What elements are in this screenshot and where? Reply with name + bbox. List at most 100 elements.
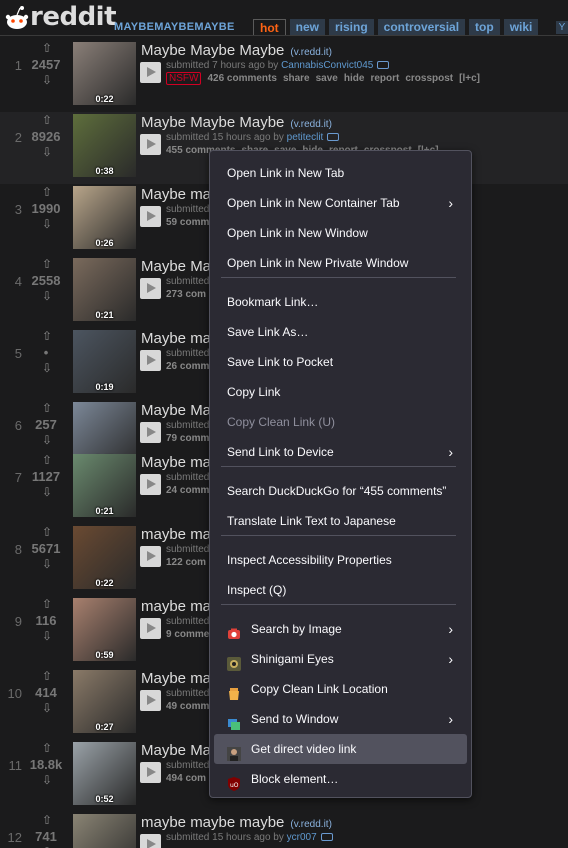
upvote-arrow-icon[interactable]: ⇧ — [40, 454, 54, 466]
post-thumbnail[interactable]: 0:27 — [73, 670, 136, 733]
expando-play-icon[interactable] — [140, 762, 161, 783]
post-thumbnail[interactable]: 0:21 — [73, 258, 136, 321]
post-thumbnail[interactable]: 0:26 — [73, 186, 136, 249]
downvote-arrow-icon[interactable]: ⇩ — [40, 558, 54, 570]
tab-wiki[interactable]: wiki — [503, 19, 539, 35]
upvote-arrow-icon[interactable]: ⇧ — [40, 42, 54, 54]
comments-link[interactable]: 24 comm — [166, 485, 209, 496]
reddit-wordmark[interactable]: reddit — [30, 2, 117, 32]
menu-item-open-link-in-new-window[interactable]: Open Link in New Window — [214, 218, 467, 248]
post-thumbnail[interactable]: 0:19 — [73, 330, 136, 393]
upvote-arrow-icon[interactable]: ⇧ — [40, 670, 54, 682]
downvote-arrow-icon[interactable]: ⇩ — [40, 630, 54, 642]
menu-item-open-link-in-new-tab[interactable]: Open Link in New Tab — [214, 158, 467, 188]
post-title[interactable]: maybe ma — [141, 526, 211, 543]
post-author[interactable]: ycr007 — [287, 832, 317, 843]
expando-play-icon[interactable] — [140, 206, 161, 227]
post-title[interactable]: Maybe ma — [141, 186, 211, 203]
post-title-text[interactable]: Maybe Ma — [141, 742, 211, 759]
menu-item-get-direct-video-link[interactable]: Get direct video link — [214, 734, 467, 764]
menu-item-inspect-q[interactable]: Inspect (Q) — [214, 575, 467, 605]
post-title-text[interactable]: Maybe Ma — [141, 402, 211, 419]
post-thumbnail[interactable]: 0:52 — [73, 742, 136, 805]
expando-play-icon[interactable] — [140, 546, 161, 567]
post-thumbnail[interactable]: 0:21 — [73, 454, 136, 517]
menu-item-bookmark-link[interactable]: Bookmark Link… — [214, 287, 467, 317]
expando-play-icon[interactable] — [140, 134, 161, 155]
menu-item-search-duckduckgo-for-455-comments[interactable]: Search DuckDuckGo for “455 comments” — [214, 476, 467, 506]
downvote-arrow-icon[interactable]: ⇩ — [40, 362, 54, 374]
post-title[interactable]: maybe maybe maybe (v.redd.it) — [141, 814, 332, 831]
expando-play-icon[interactable] — [140, 350, 161, 371]
post-domain[interactable]: (v.redd.it) — [290, 119, 332, 130]
upvote-arrow-icon[interactable]: ⇧ — [40, 814, 54, 826]
tab-rising[interactable]: rising — [329, 19, 374, 35]
post-title[interactable]: Maybe Ma — [141, 402, 211, 419]
post-thumbnail[interactable]: 0:59 — [73, 598, 136, 661]
post-title[interactable]: Maybe Maybe Maybe (v.redd.it) — [141, 114, 332, 131]
downvote-arrow-icon[interactable]: ⇩ — [40, 774, 54, 786]
post-author[interactable]: CannabisConvict045 — [281, 60, 373, 71]
tab-new[interactable]: new — [289, 19, 325, 35]
post-thumbnail[interactable] — [73, 814, 136, 848]
tab-top[interactable]: top — [469, 19, 500, 35]
post-title[interactable]: Maybe ma — [141, 670, 211, 687]
comments-link[interactable]: 79 comm — [166, 433, 209, 444]
post-title[interactable]: maybe ma — [141, 598, 211, 615]
post-thumbnail[interactable]: 0:22 — [73, 526, 136, 589]
downvote-arrow-icon[interactable]: ⇩ — [40, 74, 54, 86]
post-title-text[interactable]: Maybe ma — [141, 454, 211, 471]
reddit-alien-icon[interactable] — [4, 4, 30, 32]
menu-item-shinigami-eyes[interactable]: Shinigami Eyes › — [214, 644, 467, 674]
comments-link[interactable]: 9 comme — [166, 629, 209, 640]
post-title-text[interactable]: Maybe ma — [141, 330, 211, 347]
upvote-arrow-icon[interactable]: ⇧ — [40, 526, 54, 538]
menu-item-translate-link-text-to-japanese[interactable]: Translate Link Text to Japanese — [214, 506, 467, 536]
post-action-1[interactable]: save — [316, 73, 338, 84]
tab-hot[interactable]: hot — [253, 19, 286, 35]
upvote-arrow-icon[interactable]: ⇧ — [40, 258, 54, 270]
post-action-3[interactable]: report — [370, 73, 399, 84]
subreddit-name[interactable]: MAYBEMAYBEMAYBE — [114, 21, 235, 33]
expando-play-icon[interactable] — [140, 834, 161, 848]
comments-link[interactable]: 273 com — [166, 289, 206, 300]
downvote-arrow-icon[interactable]: ⇩ — [40, 486, 54, 498]
post-title-text[interactable]: Maybe ma — [141, 186, 211, 203]
post-title[interactable]: Maybe Ma — [141, 742, 211, 759]
expando-play-icon[interactable] — [140, 62, 161, 83]
menu-item-copy-link[interactable]: Copy Link — [214, 377, 467, 407]
menu-item-open-link-in-new-private-window[interactable]: Open Link in New Private Window — [214, 248, 467, 278]
upvote-arrow-icon[interactable]: ⇧ — [40, 330, 54, 342]
menu-item-open-link-in-new-container-tab[interactable]: Open Link in New Container Tab › — [214, 188, 467, 218]
post-domain[interactable]: (v.redd.it) — [290, 47, 332, 58]
post-title[interactable]: Maybe ma — [141, 330, 211, 347]
post-action-2[interactable]: hide — [344, 73, 365, 84]
expando-play-icon[interactable] — [140, 474, 161, 495]
downvote-arrow-icon[interactable]: ⇩ — [40, 434, 54, 446]
menu-item-inspect-accessibility-properties[interactable]: Inspect Accessibility Properties — [214, 545, 467, 575]
menu-item-block-element[interactable]: uO Block element… — [214, 764, 467, 794]
menu-item-search-by-image[interactable]: Search by Image › — [214, 614, 467, 644]
tab-controversial[interactable]: controversial — [377, 19, 466, 35]
menu-item-copy-clean-link-location[interactable]: Copy Clean Link Location — [214, 674, 467, 704]
post-thumbnail[interactable]: 0:22 — [73, 42, 136, 105]
expando-play-icon[interactable] — [140, 422, 161, 443]
menu-item-send-link-to-device[interactable]: Send Link to Device › — [214, 437, 467, 467]
expando-play-icon[interactable] — [140, 618, 161, 639]
upvote-arrow-icon[interactable]: ⇧ — [40, 186, 54, 198]
expando-play-icon[interactable] — [140, 278, 161, 299]
comments-link[interactable]: 122 com — [166, 557, 206, 568]
upvote-arrow-icon[interactable]: ⇧ — [40, 114, 54, 126]
post-domain[interactable]: (v.redd.it) — [290, 819, 332, 830]
menu-item-send-to-window[interactable]: Send to Window › — [214, 704, 467, 734]
post-title-text[interactable]: maybe ma — [141, 526, 211, 543]
expando-play-icon[interactable] — [140, 690, 161, 711]
comments-link[interactable]: 26 comm — [166, 361, 209, 372]
upvote-arrow-icon[interactable]: ⇧ — [40, 402, 54, 414]
post-title[interactable]: Maybe Maybe Maybe (v.redd.it) — [141, 42, 332, 59]
post-title-text[interactable]: Maybe Maybe Maybe — [141, 42, 284, 59]
post-action-5[interactable]: [l+c] — [459, 73, 480, 84]
post-title-text[interactable]: Maybe Ma — [141, 258, 211, 275]
upvote-arrow-icon[interactable]: ⇧ — [40, 598, 54, 610]
post-author[interactable]: petiteclit — [287, 132, 324, 143]
